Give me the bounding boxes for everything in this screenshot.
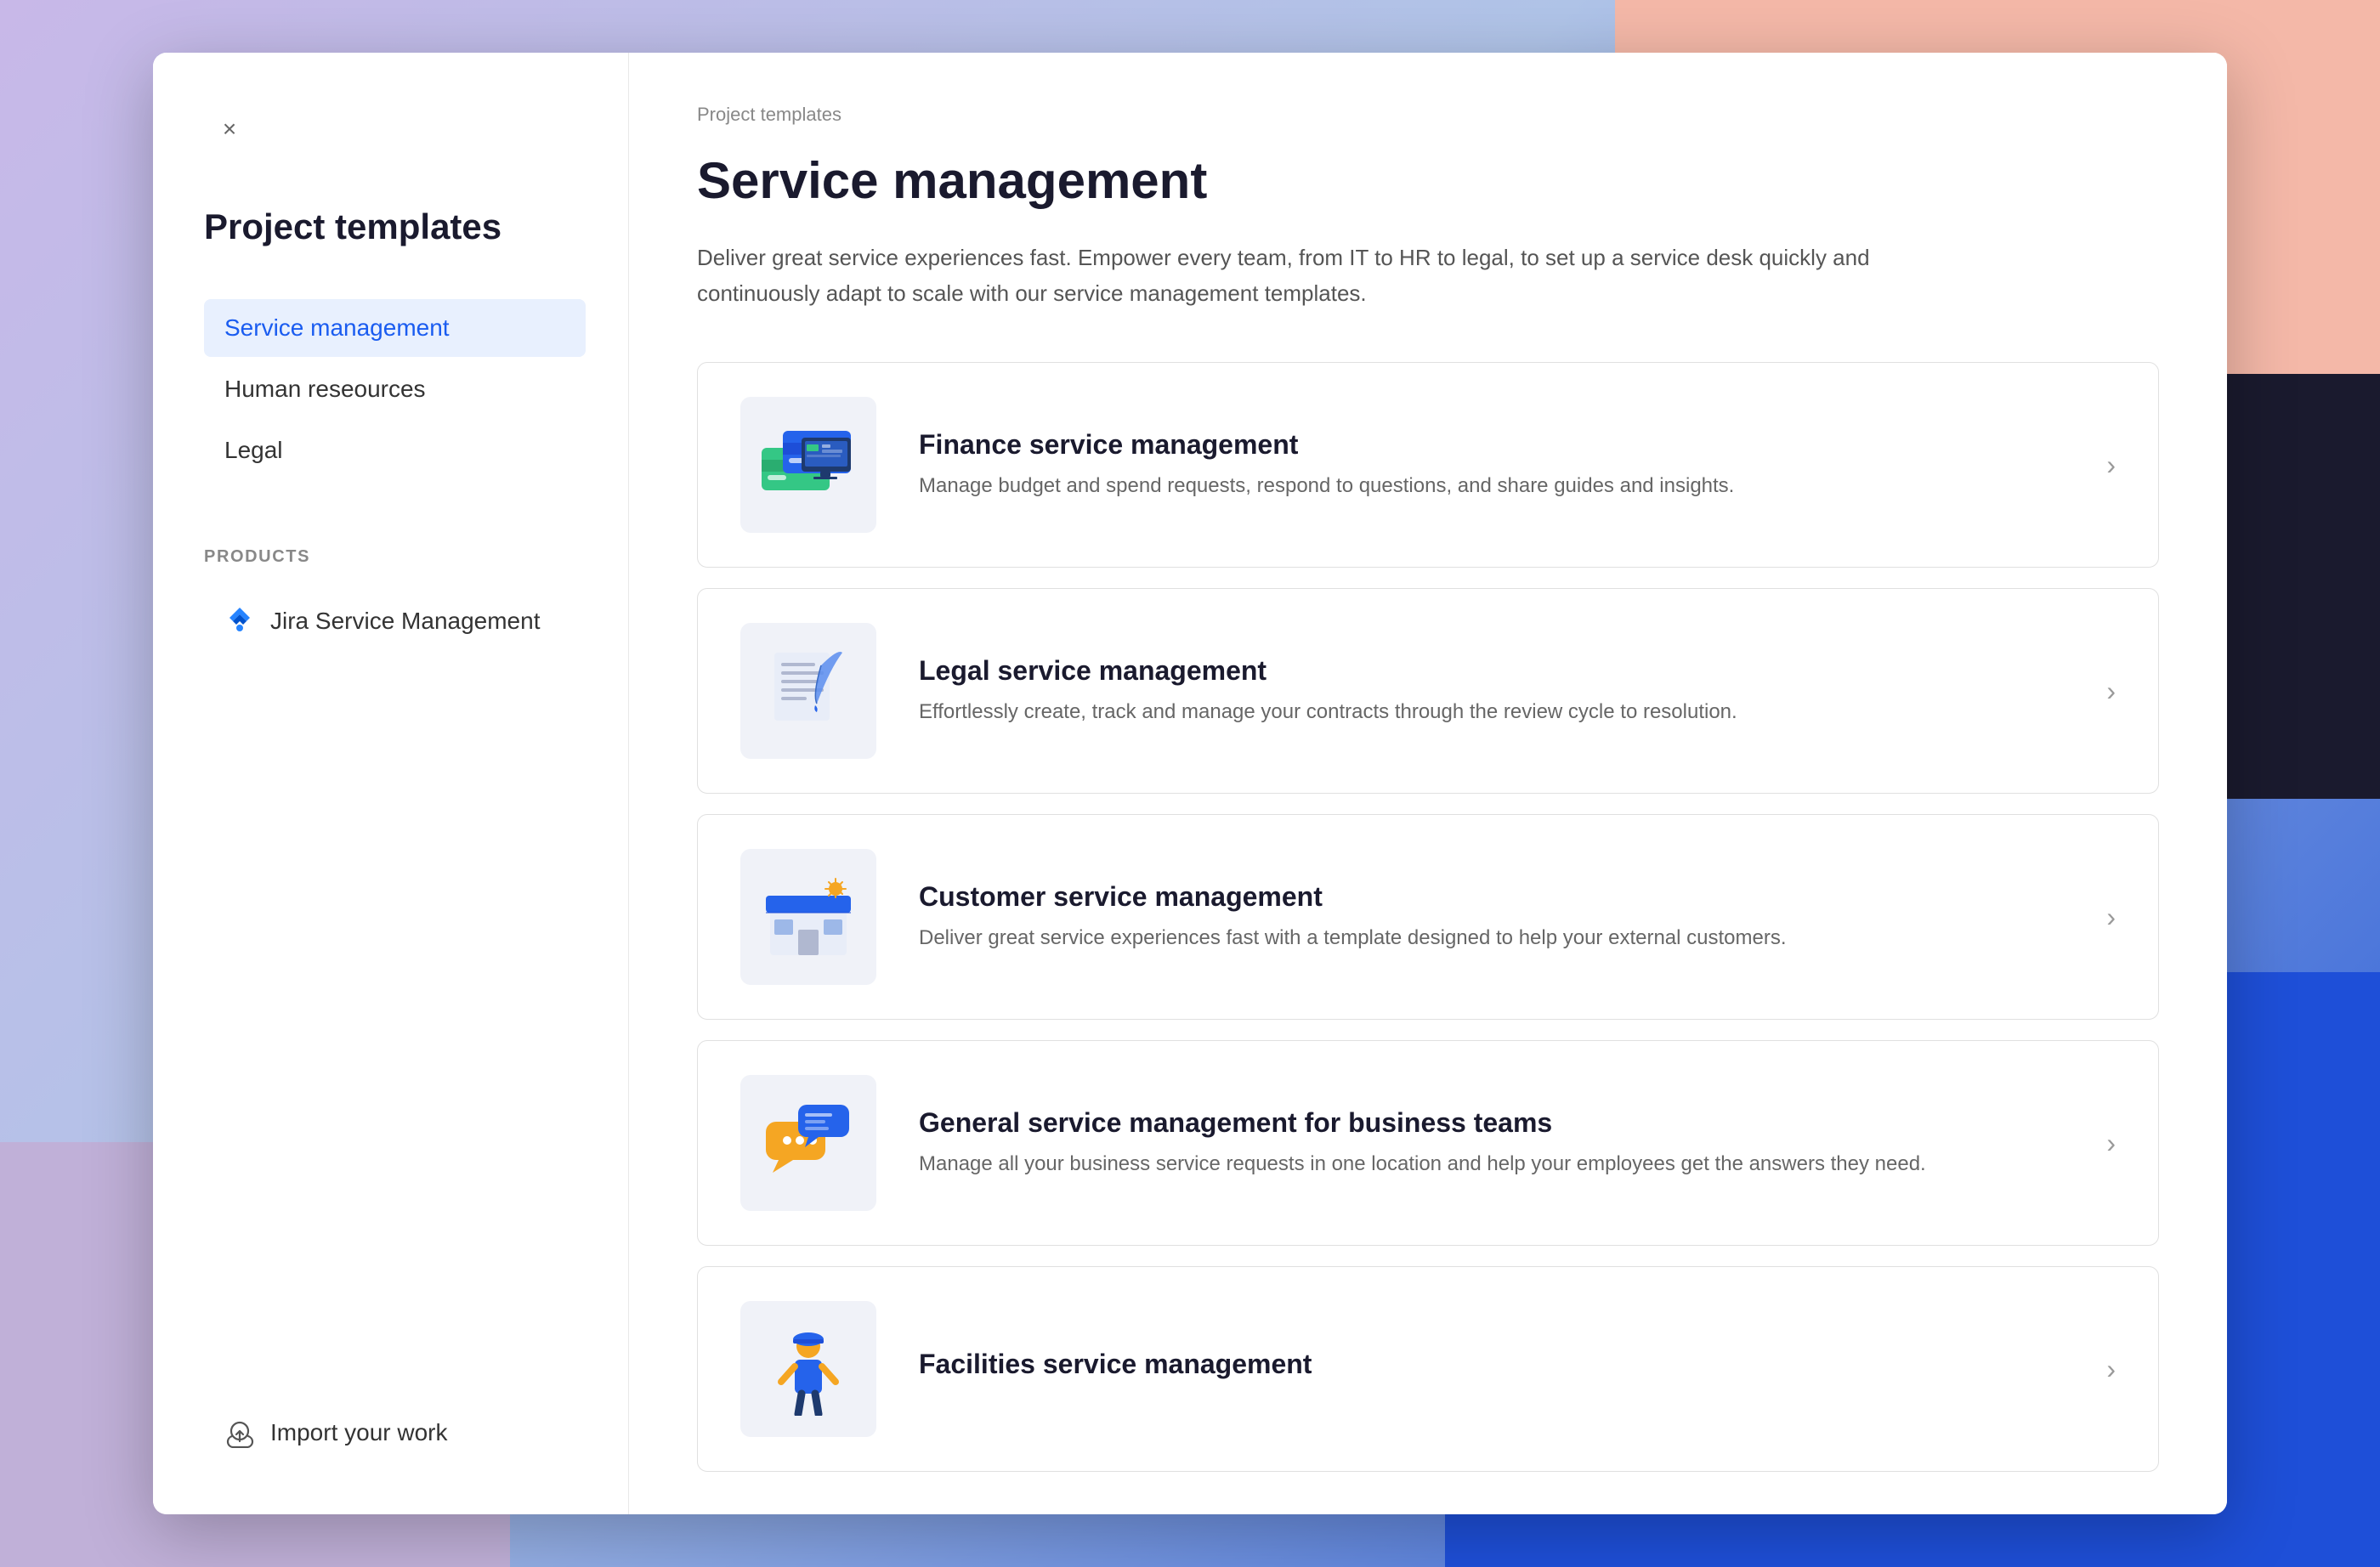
upload-cloud-icon [224, 1417, 255, 1448]
template-icon-finance [740, 397, 876, 533]
chevron-right-icon-facilities: › [2106, 1354, 2116, 1385]
breadcrumb: Project templates [697, 104, 2159, 126]
sidebar-item-service-management[interactable]: Service management [204, 299, 586, 357]
template-desc-finance: Manage budget and spend requests, respon… [919, 471, 2064, 501]
template-icon-legal [740, 623, 876, 759]
chevron-right-icon-customer: › [2106, 902, 2116, 933]
template-icon-facilities [740, 1301, 876, 1437]
sidebar-item-human-resources[interactable]: Human reseources [204, 360, 586, 418]
template-info-customer: Customer service management Deliver grea… [919, 881, 2064, 953]
facilities-illustration [757, 1322, 859, 1416]
template-info-finance: Finance service management Manage budget… [919, 429, 2064, 501]
template-card-legal[interactable]: Legal service management Effortlessly cr… [697, 588, 2159, 794]
sidebar-nav: Service management Human reseources Lega… [204, 299, 586, 479]
import-work-item[interactable]: Import your work [204, 1402, 586, 1463]
chevron-right-icon-legal: › [2106, 676, 2116, 707]
template-info-general: General service management for business … [919, 1107, 2064, 1179]
sidebar-title: Project templates [204, 206, 586, 248]
finance-illustration [757, 422, 859, 507]
template-icon-general [740, 1075, 876, 1211]
template-name-customer: Customer service management [919, 881, 2064, 913]
sidebar-item-legal[interactable]: Legal [204, 421, 586, 479]
template-desc-general: Manage all your business service request… [919, 1149, 2064, 1179]
template-desc-legal: Effortlessly create, track and manage yo… [919, 697, 2064, 727]
legal-illustration [757, 644, 859, 738]
template-card-facilities[interactable]: Facilities service management › [697, 1266, 2159, 1472]
products-section-label: PRODUCTS [204, 547, 586, 567]
template-card-general[interactable]: General service management for business … [697, 1040, 2159, 1246]
main-content: Project templates Service management Del… [629, 53, 2227, 1514]
page-title: Service management [697, 151, 2159, 210]
sidebar: × Project templates Service management H… [153, 53, 629, 1514]
modal-container: × Project templates Service management H… [153, 53, 2227, 1514]
template-name-finance: Finance service management [919, 429, 2064, 461]
chevron-right-icon-finance: › [2106, 450, 2116, 481]
jira-icon [224, 606, 255, 636]
template-card-finance[interactable]: Finance service management Manage budget… [697, 362, 2159, 568]
page-description: Deliver great service experiences fast. … [697, 240, 1887, 311]
template-card-customer[interactable]: Customer service management Deliver grea… [697, 814, 2159, 1020]
template-name-facilities: Facilities service management [919, 1349, 2064, 1380]
template-info-legal: Legal service management Effortlessly cr… [919, 655, 2064, 727]
chevron-right-icon-general: › [2106, 1128, 2116, 1159]
template-name-legal: Legal service management [919, 655, 2064, 687]
template-info-facilities: Facilities service management [919, 1349, 2064, 1390]
customer-illustration [757, 870, 859, 964]
template-list: Finance service management Manage budget… [697, 362, 2159, 1472]
template-name-general: General service management for business … [919, 1107, 2064, 1139]
sidebar-item-jira[interactable]: Jira Service Management [204, 591, 586, 652]
general-illustration [757, 1096, 859, 1190]
template-desc-customer: Deliver great service experiences fast w… [919, 923, 2064, 953]
close-button[interactable]: × [204, 104, 255, 155]
sidebar-divider [204, 659, 586, 1402]
template-icon-customer [740, 849, 876, 985]
